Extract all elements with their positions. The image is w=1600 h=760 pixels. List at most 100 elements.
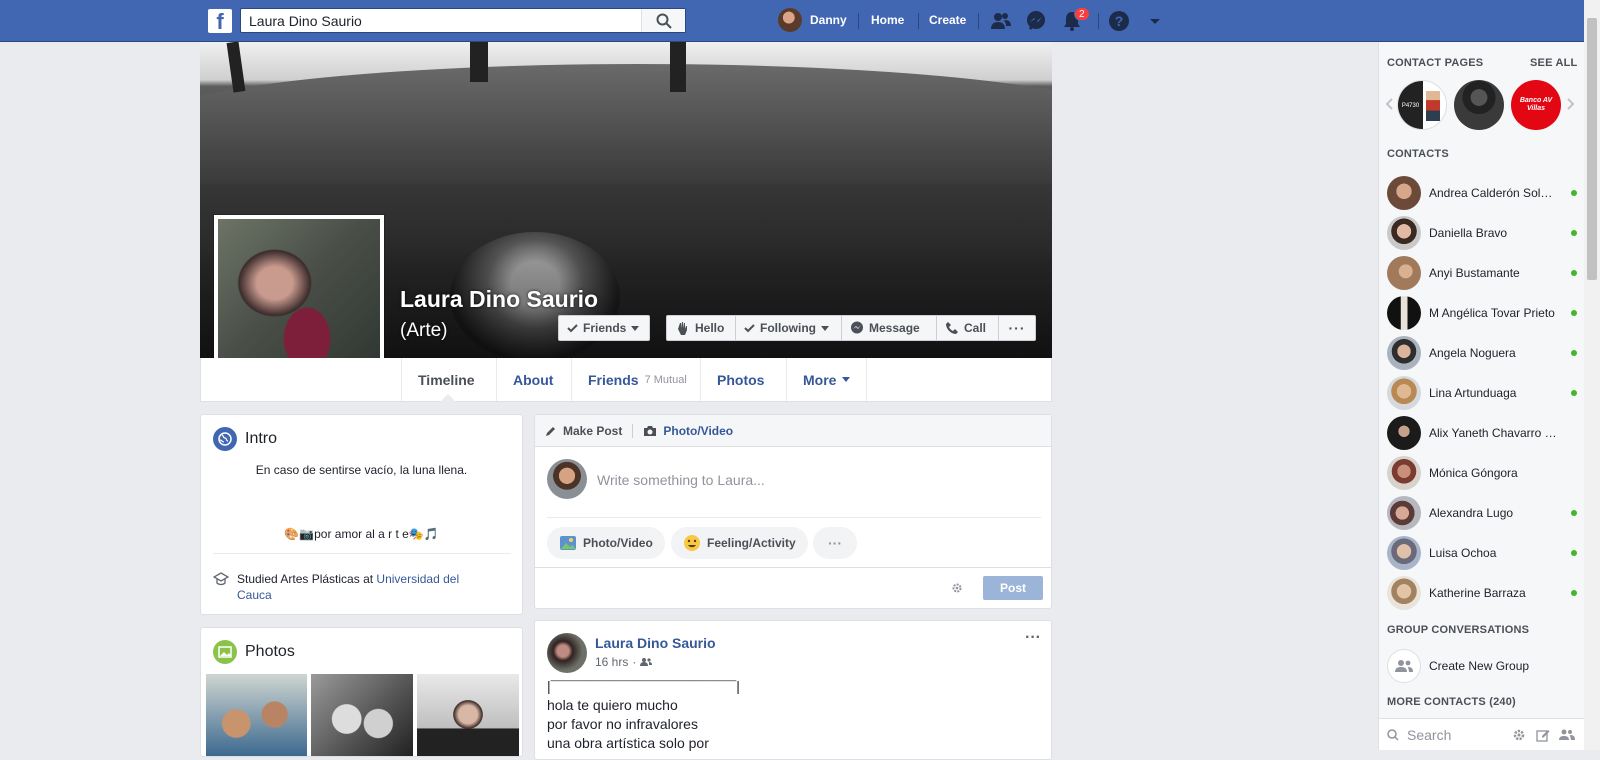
post-button[interactable]: Post [983, 576, 1043, 600]
see-all-link[interactable]: SEE ALL [1530, 57, 1577, 69]
composer-tabs: Make Post Photo/Video [535, 415, 1051, 447]
call-button[interactable]: Call [936, 315, 999, 341]
message-button-label: Message [869, 321, 920, 335]
contact-item[interactable]: Angela Noguera [1387, 335, 1577, 371]
camera-icon [644, 425, 657, 436]
make-post-tab[interactable]: Make Post [563, 424, 622, 438]
post-author-avatar[interactable] [547, 633, 587, 673]
photos-title: Photos [245, 643, 295, 660]
bank-logo-text: Banco AV Villas [1519, 97, 1553, 112]
scrollbar-thumb[interactable] [1587, 18, 1597, 280]
tab-more-label: More [803, 371, 837, 388]
chat-search-bar: Search [1379, 718, 1585, 750]
online-status-dot [1571, 590, 1577, 596]
contact-name: Lina Artunduaga [1429, 386, 1517, 400]
contact-item[interactable]: Daniella Bravo [1387, 215, 1577, 251]
intro-tagline: 🎨📷por amor al a r t e🎭🎵 [284, 527, 439, 541]
nav-divider [858, 13, 859, 29]
photos-header: Photos [213, 640, 295, 664]
friends-button[interactable]: Friends [558, 315, 650, 341]
online-status-dot [1571, 310, 1577, 316]
tab-more[interactable]: More [786, 358, 868, 401]
chevron-right-icon[interactable] [1567, 98, 1575, 110]
composer-avatar [547, 459, 587, 499]
photo-video-tab[interactable]: Photo/Video [663, 424, 733, 438]
help-icon[interactable]: ? [1108, 10, 1130, 32]
tab-friends[interactable]: Friends 7 Mutual [571, 358, 703, 401]
create-new-group-button[interactable]: Create New Group [1387, 648, 1577, 684]
chevron-left-icon[interactable] [1385, 98, 1393, 110]
contact-name: Luisa Ochoa [1429, 546, 1497, 560]
avatar [1387, 416, 1421, 450]
tab-about-label: About [513, 371, 554, 388]
avatar [1387, 456, 1421, 490]
checkmark-icon [744, 323, 755, 332]
settings-gear-icon[interactable] [951, 582, 963, 594]
photo-thumbnail[interactable] [417, 674, 519, 756]
page-scrollbar[interactable] [1584, 0, 1600, 750]
post-options-icon[interactable]: ··· [1025, 629, 1041, 647]
new-group-icon[interactable] [1559, 728, 1575, 742]
more-composer-options[interactable]: ··· [813, 527, 857, 559]
post-text-line: por favor no infravalores [547, 716, 698, 732]
home-link[interactable]: Home [871, 13, 904, 27]
search-button[interactable] [641, 9, 685, 32]
chat-search-input[interactable]: Search [1407, 727, 1451, 743]
contact-item[interactable]: Luisa Ochoa [1387, 535, 1577, 571]
tab-photos[interactable]: Photos [700, 358, 780, 401]
photo-thumbnail[interactable] [311, 674, 413, 756]
group-icon [1387, 649, 1421, 683]
composer-input[interactable]: Write something to Laura... [597, 472, 765, 488]
contact-item[interactable]: Katherine Barraza [1387, 575, 1577, 611]
education-entry: Studied Artes Plásticas at Universidad d… [237, 571, 477, 603]
avatar [1387, 176, 1421, 210]
profile-link[interactable]: Danny [778, 8, 847, 32]
search-input[interactable]: Laura Dino Saurio [249, 13, 362, 29]
dot-separator: · [632, 655, 637, 669]
online-status-dot [1571, 390, 1577, 396]
photo-icon [560, 536, 576, 550]
messenger-icon[interactable] [1025, 10, 1047, 32]
notifications-badge: 2 [1074, 7, 1090, 21]
search-bar[interactable]: Laura Dino Saurio [240, 8, 686, 33]
contact-item[interactable]: Andrea Calderón Sol… [1387, 175, 1577, 211]
gear-icon[interactable] [1512, 728, 1526, 742]
intro-card: Intro En caso de sentirse vacío, la luna… [200, 414, 523, 615]
create-link[interactable]: Create [929, 13, 966, 27]
pencil-icon [546, 426, 555, 436]
contact-page-avatar[interactable]: P4730 [1397, 80, 1447, 130]
contact-item[interactable]: Lina Artunduaga [1387, 375, 1577, 411]
contact-item[interactable]: Anyi Bustamante [1387, 255, 1577, 291]
tab-about[interactable]: About [496, 358, 569, 401]
photos-icon [213, 640, 237, 664]
contact-item[interactable]: Alix Yaneth Chavarro … [1387, 415, 1577, 451]
new-message-icon[interactable] [1536, 728, 1550, 742]
feeling-activity-button[interactable]: Feeling/Activity [671, 527, 808, 559]
contact-item[interactable]: M Angélica Tovar Prieto [1387, 295, 1577, 331]
post-timestamp[interactable]: 16 hrs [595, 655, 628, 669]
hello-button-label: Hello [695, 321, 725, 335]
create-new-group-label: Create New Group [1429, 659, 1530, 673]
contact-page-avatar[interactable] [1454, 80, 1504, 130]
photo-video-label: Photo/Video [583, 536, 653, 550]
facebook-logo-icon[interactable]: f [208, 9, 232, 33]
message-button[interactable]: Message [841, 315, 937, 341]
more-options-button[interactable]: ··· [998, 315, 1036, 341]
friend-requests-icon[interactable] [990, 10, 1012, 32]
post-author-name[interactable]: Laura Dino Saurio [595, 635, 716, 651]
hello-button[interactable]: Hello [666, 315, 736, 341]
account-menu-chevron-icon[interactable] [1144, 10, 1166, 32]
contact-page-avatar[interactable]: Banco AV Villas [1511, 80, 1561, 130]
contact-item[interactable]: Alexandra Lugo [1387, 495, 1577, 531]
avatar [1387, 296, 1421, 330]
post-composer: Make Post Photo/Video Write something to… [534, 414, 1052, 609]
following-button[interactable]: Following [735, 315, 842, 341]
avatar [1387, 376, 1421, 410]
friends-audience-icon[interactable] [640, 657, 653, 667]
photo-thumbnail[interactable] [206, 674, 307, 756]
active-tab-pointer [440, 394, 456, 402]
timeline-post: Laura Dino Saurio 16 hrs · ··· |¯¯¯¯¯¯¯¯… [534, 620, 1052, 760]
contact-item[interactable]: Mónica Góngora [1387, 455, 1577, 491]
avatar [1387, 256, 1421, 290]
photo-video-button[interactable]: Photo/Video [547, 527, 665, 559]
